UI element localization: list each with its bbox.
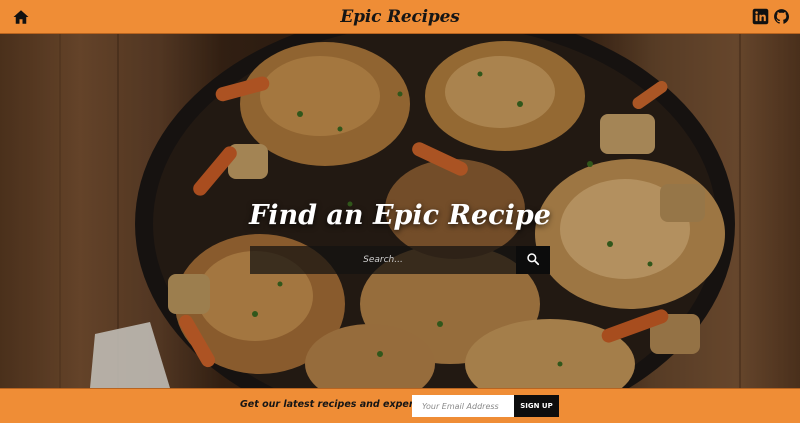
search-bar: [250, 246, 550, 274]
top-navbar: Epic Recipes: [0, 0, 800, 34]
home-icon[interactable]: [12, 8, 30, 26]
github-icon[interactable]: [773, 8, 790, 25]
linkedin-icon[interactable]: [752, 8, 769, 25]
search-button[interactable]: [516, 246, 550, 274]
search-icon: [526, 251, 540, 270]
social-links: [752, 8, 790, 25]
newsletter-footer: Get our latest recipes and expert tips S…: [0, 388, 800, 423]
hero-title: Find an Epic Recipe: [249, 200, 551, 231]
email-field[interactable]: [412, 395, 514, 417]
search-input[interactable]: [250, 246, 516, 274]
site-title[interactable]: Epic Recipes: [340, 7, 459, 27]
hero-section: Find an Epic Recipe: [0, 34, 800, 388]
signup-button[interactable]: SIGN UP: [514, 395, 559, 417]
